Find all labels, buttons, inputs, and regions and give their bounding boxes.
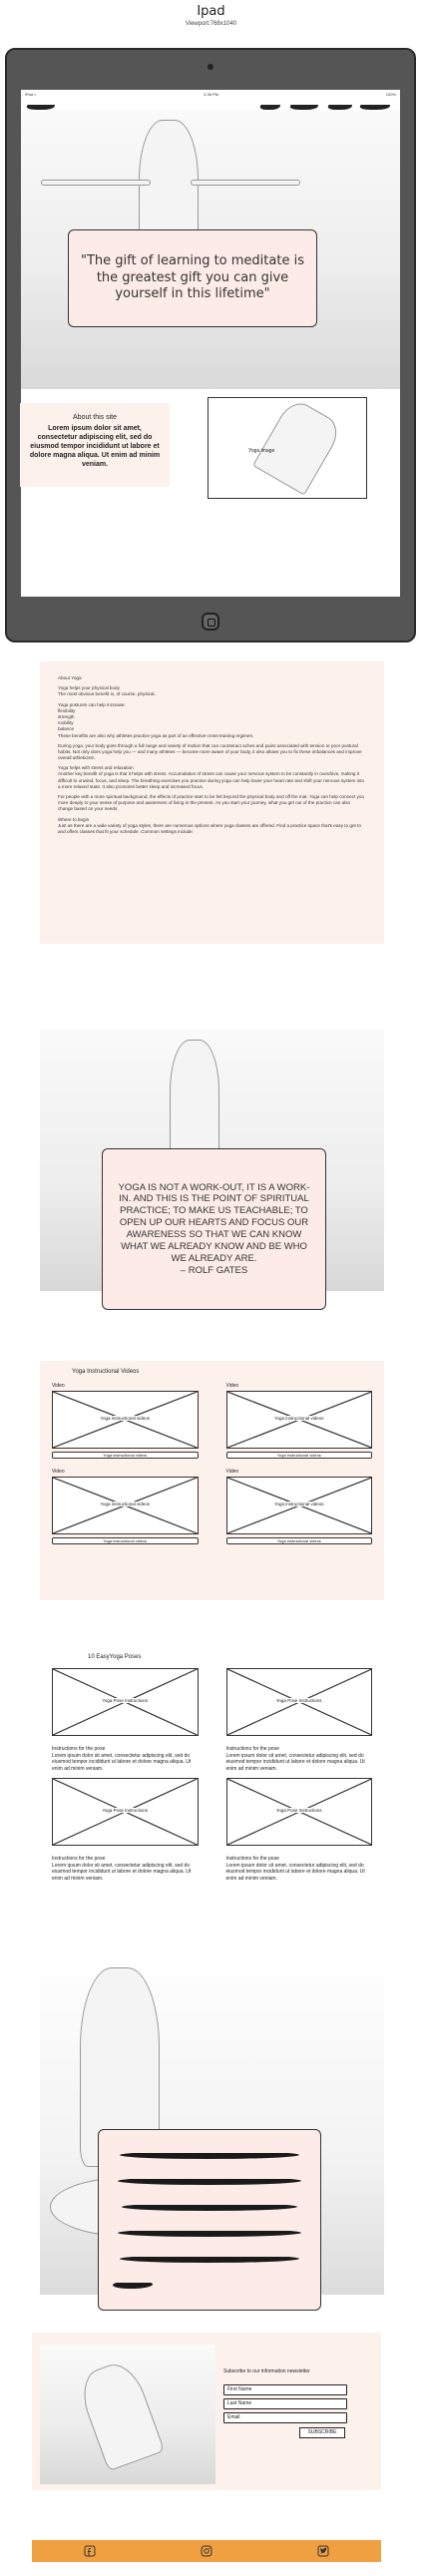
- about-site-body: Lorem ipsum dolor sit amet, consectetur …: [29, 425, 161, 469]
- about-yoga-paragraph: Yoga postures can help increase: flexibi…: [58, 701, 254, 738]
- videos-section: Yoga Instructional Videos Video Yoga ins…: [40, 1361, 384, 1600]
- pose-instructions: Instructions for the pose Lorem ipsum do…: [52, 1746, 192, 1772]
- video-caption: Yoga instructional videos: [271, 1416, 326, 1421]
- video-label: Video: [52, 1469, 65, 1475]
- twitter-icon[interactable]: [317, 2545, 329, 2557]
- pose-card: Yoga Pose Instructions Instructions for …: [225, 1778, 372, 1882]
- video-title-bar[interactable]: Yoga instructional videos: [225, 1452, 372, 1459]
- about-yoga-paragraph: For people with a more spiritual backgro…: [58, 794, 365, 812]
- video-caption: Yoga instructional videos: [98, 1502, 153, 1506]
- page-title: Ipad: [197, 4, 225, 19]
- pose-placeholder[interactable]: Yoga Pose Instructions: [225, 1668, 372, 1736]
- nav-scribble[interactable]: [288, 102, 320, 110]
- status-bar: iPad ≈ 2:38 PM 100%: [21, 90, 400, 98]
- ipad-frame: iPad ≈ 2:38 PM 100%: [5, 48, 416, 643]
- video-placeholder[interactable]: Yoga instructional videos: [52, 1477, 199, 1534]
- video-card: Video Yoga instructional videos Yoga ins…: [52, 1469, 199, 1544]
- pose-placeholder[interactable]: Yoga Pose Instructions: [52, 1778, 199, 1846]
- nav-scribble[interactable]: [258, 102, 282, 110]
- video-placeholder[interactable]: Yoga instructional videos: [225, 1391, 372, 1449]
- pose-caption: Yoga Pose Instructions: [273, 1698, 324, 1703]
- video-title-bar[interactable]: Yoga instructional videos: [225, 1537, 372, 1544]
- last-name-field[interactable]: Last Name: [223, 2398, 347, 2409]
- pose-card: Yoga Pose Instructions Instructions for …: [225, 1668, 372, 1772]
- video-card: Video Yoga instructional videos Yoga ins…: [52, 1383, 199, 1459]
- pose-caption: Yoga Pose Instructions: [100, 1698, 151, 1703]
- quote-card: YOGA IS NOT A WORK-OUT, IT IS A WORK-IN.…: [102, 1148, 326, 1310]
- subscribe-button[interactable]: SUBSCRIBE: [299, 2427, 345, 2438]
- video-label: Video: [225, 1383, 239, 1389]
- about-yoga-paragraph: Yoga helps your physical body The most o…: [58, 685, 156, 697]
- nav-scribble[interactable]: [326, 102, 354, 110]
- hero-quote-card: "The gift of learning to meditate is the…: [68, 229, 317, 327]
- email-field[interactable]: Email: [223, 2412, 347, 2423]
- status-battery: 100%: [385, 91, 396, 97]
- hero-quote: "The gift of learning to meditate is the…: [81, 252, 304, 302]
- about-yoga-paragraph: During yoga, your body goes through a fu…: [58, 742, 362, 761]
- newsletter-section: Subscribe to our information newsletter …: [32, 2333, 381, 2490]
- viewport-label: Viewport:768x1040: [185, 21, 237, 27]
- status-time: 2:38 PM: [204, 91, 218, 97]
- arm-sketch: [41, 180, 151, 186]
- pose-caption: Yoga Pose Instructions: [100, 1808, 151, 1813]
- about-yoga-paragraph: About Yoga: [58, 675, 82, 680]
- about-site-title: About this site: [73, 414, 117, 421]
- pose-card: Yoga Pose Instructions Instructions for …: [52, 1668, 199, 1772]
- yoga-image-label: Yoga image: [248, 448, 275, 454]
- text-scribble: [116, 2229, 303, 2237]
- instagram-icon[interactable]: [201, 2545, 212, 2557]
- text-scribble: [120, 2203, 299, 2211]
- footer: [32, 2540, 381, 2562]
- yoga-image: Yoga image: [208, 396, 367, 499]
- page-header: Ipad Viewport:768x1040: [0, 0, 422, 27]
- first-name-field[interactable]: First Name: [223, 2384, 347, 2395]
- stretch-pose-sketch: [74, 2357, 166, 2472]
- video-caption: Yoga instructional videos: [98, 1416, 153, 1421]
- poses-title: 10 EasyYoga Poses: [88, 1654, 142, 1660]
- quote-author: – Rolf Gates: [180, 1264, 248, 1276]
- video-label: Video: [225, 1469, 239, 1475]
- about-yoga-section: About Yoga Yoga helps your physical body…: [40, 661, 384, 944]
- video-card: Video Yoga instructional videos Yoga ins…: [225, 1383, 372, 1459]
- text-scribble: [111, 2281, 155, 2289]
- text-scribble: [118, 2255, 301, 2263]
- video-title-bar[interactable]: Yoga instructional videos: [52, 1452, 199, 1459]
- home-button[interactable]: [202, 613, 219, 631]
- yoga-pose-sketch: [252, 396, 344, 496]
- facebook-icon[interactable]: [84, 2545, 96, 2557]
- video-placeholder[interactable]: Yoga instructional videos: [225, 1477, 372, 1534]
- video-card: Video Yoga instructional videos Yoga ins…: [225, 1469, 372, 1544]
- scribbled-quote-card: [98, 2129, 321, 2311]
- newsletter-title: Subscribe to our information newsletter: [223, 2368, 310, 2374]
- arm-sketch: [191, 180, 300, 186]
- newsletter-image: [40, 2345, 215, 2484]
- text-scribble: [116, 2177, 303, 2185]
- about-yoga-paragraph: Where to begin Just as there are a wide …: [58, 816, 361, 834]
- pose-placeholder[interactable]: Yoga Pose Instructions: [52, 1668, 199, 1736]
- videos-title: Yoga Instructional Videos: [72, 1369, 140, 1375]
- poses-section: 10 EasyYoga Poses Yoga Pose Instructions…: [40, 1654, 384, 1924]
- text-scribble: [118, 2151, 301, 2159]
- about-yoga-paragraph: Yoga helps with stress and relaxation An…: [58, 765, 365, 789]
- video-placeholder[interactable]: Yoga instructional videos: [52, 1391, 199, 1449]
- pose-caption: Yoga Pose Instructions: [273, 1808, 324, 1813]
- camera-icon: [208, 64, 213, 70]
- pose-instructions: Instructions for the pose Lorem ipsum do…: [52, 1856, 192, 1882]
- newsletter-form: Subscribe to our information newsletter …: [223, 2368, 367, 2438]
- video-title-bar[interactable]: Yoga instructional videos: [52, 1537, 199, 1544]
- pose-instructions: Instructions for the pose Lorem ipsum do…: [225, 1746, 365, 1772]
- about-site-card: About this site Lorem ipsum dolor sit am…: [20, 403, 170, 487]
- pose-placeholder[interactable]: Yoga Pose Instructions: [225, 1778, 372, 1846]
- pose-instructions: Instructions for the pose Lorem ipsum do…: [225, 1856, 365, 1882]
- logo-scribble: [25, 102, 57, 110]
- status-left: iPad ≈: [25, 91, 37, 97]
- quote-text: YOGA IS NOT A WORK-OUT, IT IS A WORK-IN.…: [118, 1181, 310, 1264]
- video-caption: Yoga instructional videos: [271, 1502, 326, 1506]
- video-label: Video: [52, 1383, 65, 1389]
- ipad-screen: iPad ≈ 2:38 PM 100%: [21, 90, 400, 597]
- pose-card: Yoga Pose Instructions Instructions for …: [52, 1778, 199, 1882]
- nav-scribble[interactable]: [358, 102, 392, 110]
